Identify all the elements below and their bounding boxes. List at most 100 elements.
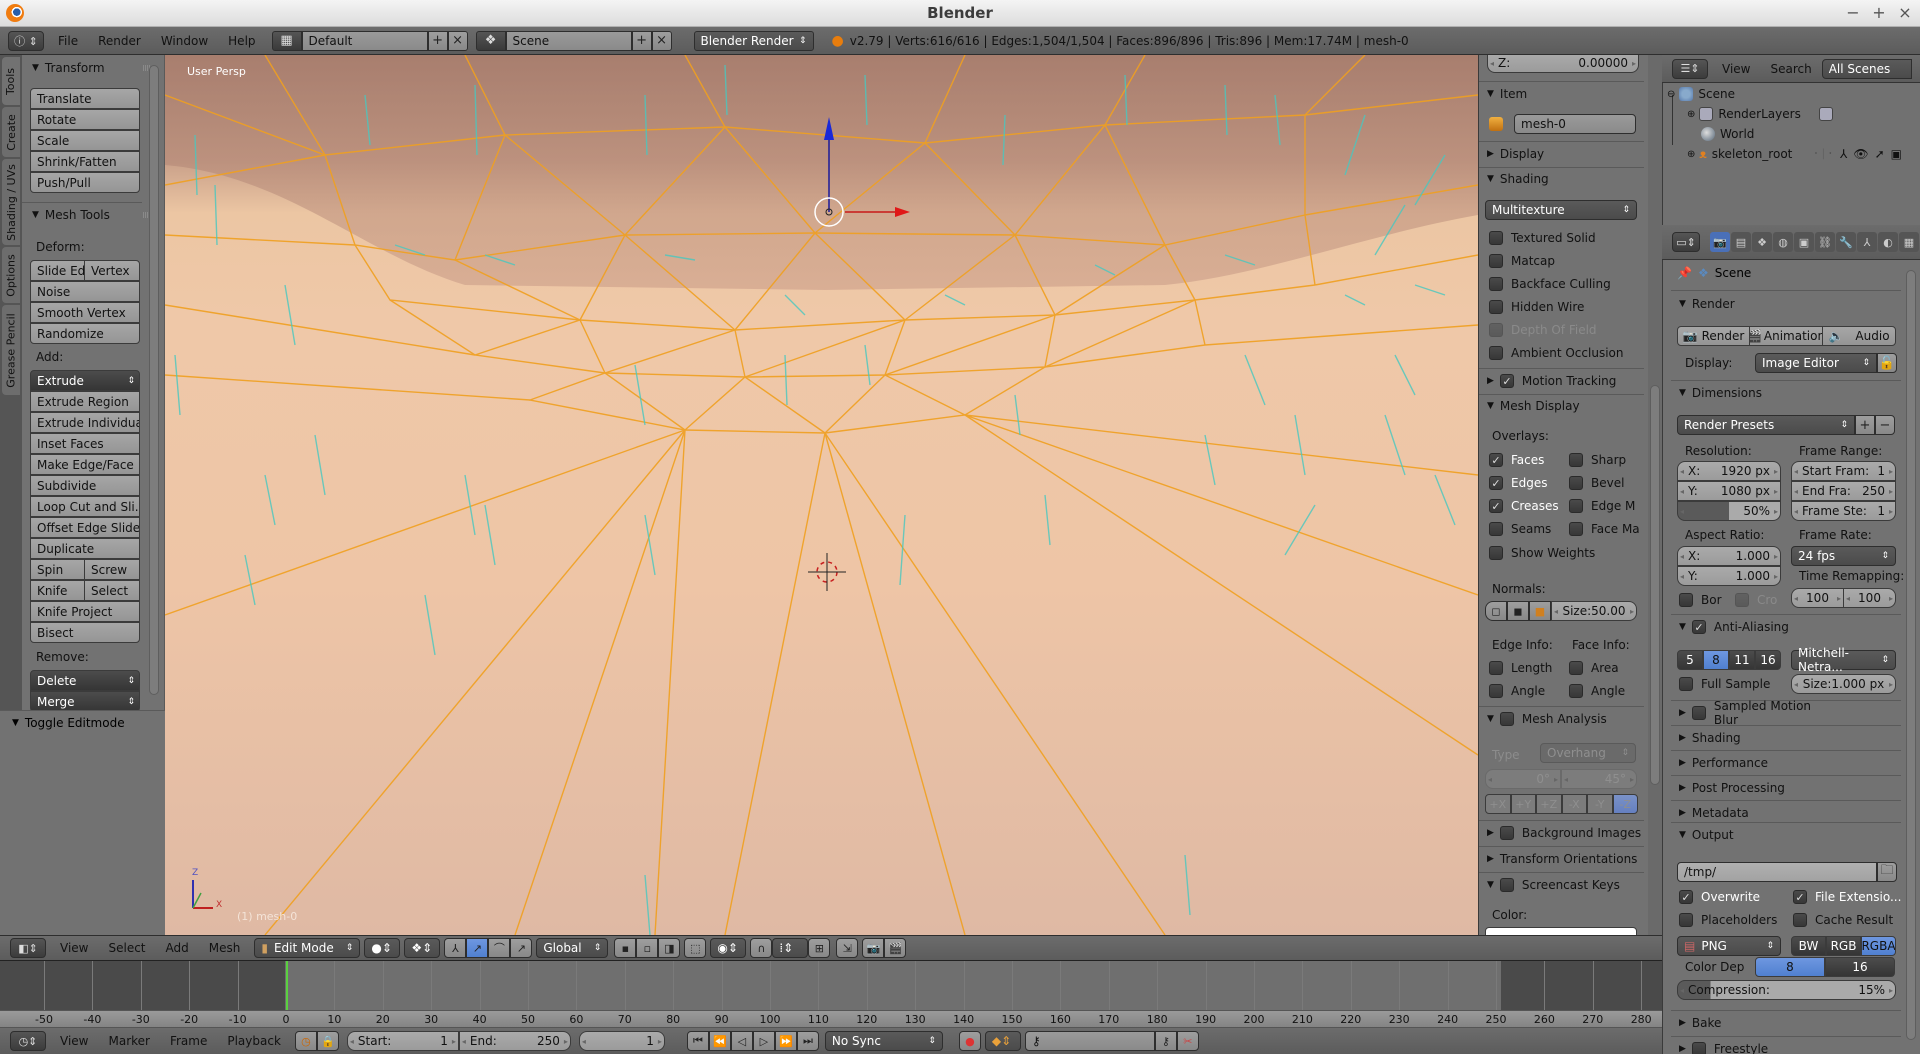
visibility-eye-icon[interactable]: 👁 — [1853, 147, 1868, 161]
render-still-button[interactable]: 📷 Render — [1677, 326, 1750, 346]
vertex-normals-toggle[interactable]: ◻ — [1485, 601, 1507, 621]
shading-panel-header[interactable]: ▼ Shading — [1479, 168, 1644, 190]
snap-target-toggle[interactable]: ⊞ — [808, 938, 831, 958]
face-area-checkbox[interactable]: Area — [1569, 658, 1619, 678]
face-normals-toggle[interactable]: ■ — [1529, 601, 1551, 621]
opengl-render-animation-button[interactable]: 🎬 — [884, 938, 907, 958]
performance-panel-header[interactable]: ▶ Performance — [1671, 752, 1836, 774]
color-swatch[interactable] — [1485, 927, 1637, 935]
editor-type-properties-button[interactable]: ▭⇕ — [1672, 232, 1700, 252]
output-panel-header[interactable]: ▼ Output — [1671, 824, 1836, 846]
background-images-checkbox[interactable] — [1499, 826, 1514, 840]
post-processing-panel-header[interactable]: ▶ Post Processing — [1671, 777, 1836, 799]
color-mode-bw-button[interactable]: BW — [1791, 936, 1826, 956]
view3d-select-menu[interactable]: Select — [98, 941, 155, 955]
shrink-fatten-button[interactable]: Shrink/Fatten — [30, 151, 140, 172]
shading-panel-header[interactable]: ▶ Shading — [1671, 727, 1836, 749]
timeline-marker-menu[interactable]: Marker — [98, 1034, 159, 1048]
textured-solid-checkbox[interactable]: Textured Solid — [1489, 228, 1596, 248]
face-angle-checkbox[interactable]: Angle — [1569, 681, 1625, 701]
overlay-faces-checkbox[interactable]: ✓ Faces — [1489, 450, 1544, 470]
outliner-item-scene[interactable]: ⊖ Scene — [1667, 84, 1735, 104]
backface-culling-checkbox[interactable]: Backface Culling — [1489, 274, 1611, 294]
anti-aliasing-panel-header[interactable]: ▼ ✓ Anti-Aliasing — [1671, 616, 1836, 638]
overwrite-checkbox[interactable]: ✓ Overwrite — [1679, 887, 1760, 907]
edge-select-mode[interactable]: ▫ — [636, 938, 659, 958]
tab-object[interactable]: ▣ — [1794, 232, 1814, 252]
object-name-field[interactable]: mesh-0 — [1514, 114, 1636, 134]
pivot-point-select[interactable]: ❖⇕ — [404, 938, 441, 958]
color-depth-16-button[interactable]: 16 — [1825, 957, 1895, 977]
transform-panel-header[interactable]: ▼ Transform — [22, 57, 157, 79]
aa-samples-11-button[interactable]: 11 — [1729, 650, 1755, 670]
aa-samples-5-button[interactable]: 5 — [1677, 650, 1703, 670]
freestyle-checkbox[interactable] — [1691, 1042, 1706, 1054]
editor-type-info-button[interactable]: ⓘ ⇕ — [8, 30, 44, 51]
smooth-vertex-button[interactable]: Smooth Vertex — [30, 302, 140, 323]
render-animation-button[interactable]: 🎬Animation — [1749, 326, 1823, 346]
show-weights-checkbox[interactable]: Show Weights — [1489, 543, 1595, 563]
axis-y-button[interactable]: +Y — [1510, 794, 1536, 814]
start-frame-field[interactable]: Start: 1 — [346, 1031, 459, 1051]
lock-interface-icon[interactable]: 🔓 — [1877, 353, 1897, 373]
renderability-camera-icon[interactable]: ▣ — [1891, 147, 1902, 161]
tab-tools[interactable]: Tools — [2, 57, 20, 105]
keying-set-field[interactable]: ⚷ — [1024, 1031, 1155, 1051]
metadata-panel-header[interactable]: ▶ Metadata — [1671, 802, 1836, 824]
overlay-bevel-checkbox[interactable]: Bevel — [1569, 473, 1624, 493]
bake-panel-header[interactable]: ▶ Bake — [1671, 1012, 1836, 1034]
toolshelf-scrollbar[interactable] — [149, 65, 159, 695]
menu-file[interactable]: File — [48, 34, 88, 48]
output-path-field[interactable]: /tmp/ — [1677, 862, 1877, 882]
timeline-ruler[interactable]: -50 -40 -30 -20 -10 0 10 20 30 40 50 60 70 80 90 100 110… — [0, 1010, 1662, 1028]
extrude-menu[interactable]: Extrude ⇕ — [30, 370, 140, 391]
editor-type-3dview-button[interactable]: ◧⇕ — [10, 938, 46, 958]
mesh-display-panel-header[interactable]: ▼ Mesh Display — [1479, 395, 1644, 417]
file-extensions-checkbox[interactable]: ✓ File Extensio... — [1793, 887, 1901, 907]
extrude-region-button[interactable]: Extrude Region — [30, 391, 140, 412]
overlay-seams-checkbox[interactable]: Seams — [1489, 519, 1551, 539]
insert-keyframe-button[interactable]: ⚷ — [1154, 1031, 1177, 1051]
interaction-mode-select[interactable]: ▮ Edit Mode ⇕ — [254, 938, 361, 958]
menu-window[interactable]: Window — [151, 34, 218, 48]
close-button[interactable]: × — [1894, 3, 1916, 22]
manipulator-toggle[interactable]: ⅄ — [444, 938, 467, 958]
dimensions-panel-header[interactable]: ▼ Dimensions — [1671, 382, 1836, 404]
toggle-editmode-panel[interactable]: ▼ Toggle Editmode — [0, 710, 165, 734]
color-depth-8-button[interactable]: 8 — [1755, 957, 1825, 977]
full-sample-checkbox[interactable]: Full Sample — [1679, 674, 1770, 694]
tab-grease-pencil[interactable]: Grease Pencil — [2, 305, 20, 395]
scene-icon[interactable]: ❖ — [475, 30, 506, 51]
border-checkbox[interactable]: Bor — [1679, 590, 1722, 610]
analysis-type-select[interactable]: Overhang ⇕ — [1540, 743, 1636, 763]
motion-tracking-panel-header[interactable]: ▶ ✓ Motion Tracking — [1479, 370, 1644, 392]
proportional-editing-select[interactable]: ◉⇕ — [710, 938, 747, 958]
shading-mode-select[interactable]: Multitexture ⇕ — [1485, 200, 1637, 220]
mesh-analysis-checkbox[interactable] — [1499, 712, 1514, 726]
overlay-sharp-checkbox[interactable]: Sharp — [1569, 450, 1626, 470]
minimize-button[interactable]: − — [1842, 3, 1864, 22]
translate-manipulator-toggle[interactable]: ↗ — [466, 938, 489, 958]
outliner-item-renderlayers[interactable]: ⊕ RenderLayers — [1687, 104, 1838, 124]
aspect-x-field[interactable]: X: 1.000 — [1677, 546, 1781, 566]
mesh-tools-panel-header[interactable]: ▼ Mesh Tools — [22, 204, 157, 226]
keying-mode-select[interactable]: ◆⇕ — [984, 1031, 1021, 1051]
selectability-cursor-icon[interactable]: ➚ — [1875, 147, 1885, 161]
axis-z-button[interactable]: -Z — [1612, 794, 1638, 814]
browse-folder-icon[interactable]: 🗀 — [1877, 862, 1897, 882]
vertex-select-mode[interactable]: ▪ — [614, 938, 637, 958]
outliner-item-world[interactable]: World — [1701, 124, 1754, 144]
ambient-occlusion-checkbox[interactable]: Ambient Occlusion — [1489, 343, 1623, 363]
offset-edge-slide-button[interactable]: Offset Edge Slide — [30, 517, 140, 538]
knife-project-button[interactable]: Knife Project — [30, 601, 140, 622]
view3d-view-menu[interactable]: View — [50, 941, 98, 955]
subdivide-button[interactable]: Subdivide — [30, 475, 140, 496]
aspect-y-field[interactable]: Y: 1.000 — [1677, 566, 1781, 586]
current-frame-indicator[interactable] — [286, 961, 288, 1013]
scale-button[interactable]: Scale — [30, 130, 140, 151]
bisect-button[interactable]: Bisect — [30, 622, 140, 643]
scale-manipulator-toggle[interactable]: ↗ — [510, 938, 533, 958]
outliner-search-menu[interactable]: Search — [1760, 62, 1821, 76]
background-images-panel-header[interactable]: ▶ Background Images — [1479, 822, 1644, 844]
tab-modifiers[interactable]: 🔧 — [1836, 232, 1856, 252]
